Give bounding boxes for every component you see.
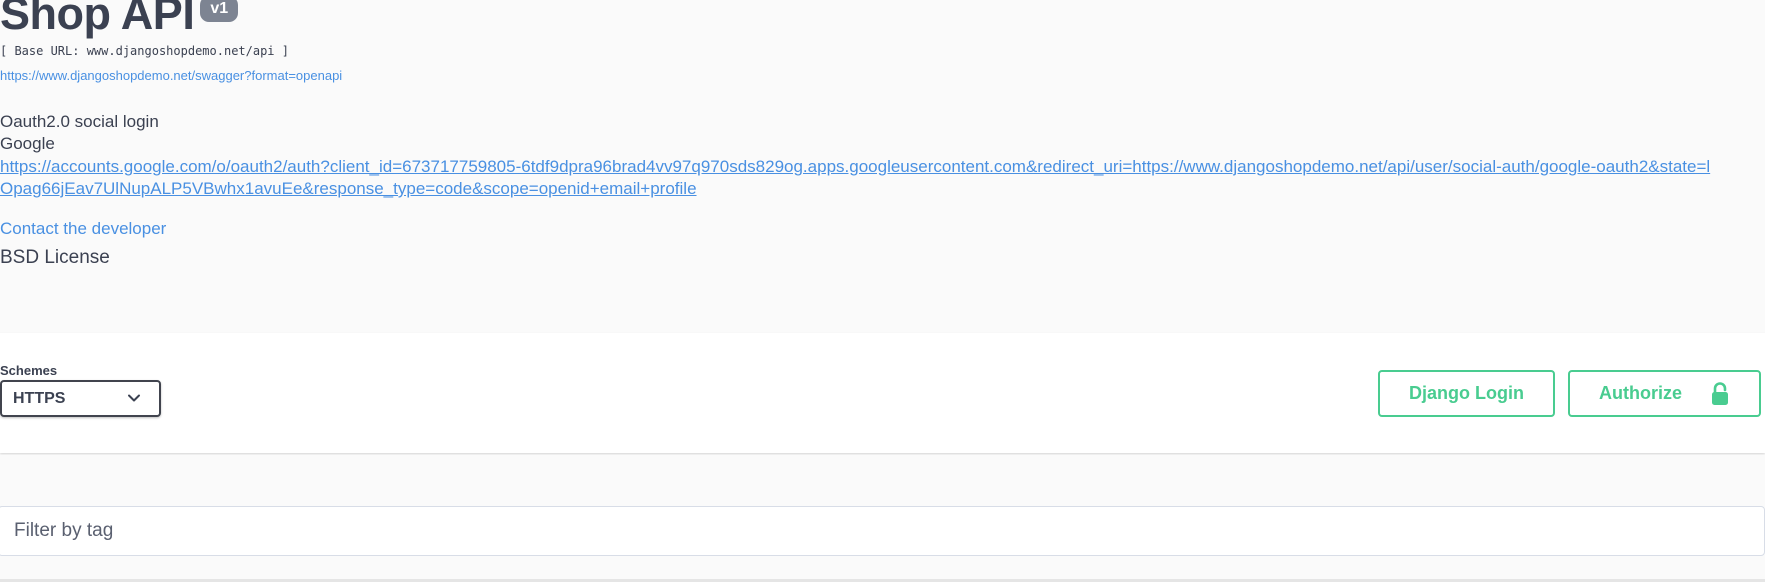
contact-developer-link[interactable]: Contact the developer	[0, 219, 166, 239]
unlocked-padlock-icon	[1712, 382, 1728, 405]
filter-section: Filter by tag	[0, 455, 1765, 582]
description-heading: Oauth2.0 social login	[0, 112, 159, 131]
filter-by-tag-input[interactable]: Filter by tag	[0, 506, 1765, 556]
description-provider: Google	[0, 134, 55, 153]
version-badge: v1	[200, 0, 239, 22]
schemes-label: Schemes	[0, 363, 58, 378]
license-text: BSD License	[0, 247, 110, 268]
django-login-button[interactable]: Django Login	[1378, 370, 1555, 417]
schemes-selected-value: HTTPS	[13, 389, 66, 407]
scheme-container: Schemes HTTPS Django Login Authorize	[0, 333, 1765, 453]
chevron-down-icon	[128, 394, 140, 402]
page-title: Shop API	[0, 0, 195, 39]
authorize-label: Authorize	[1599, 383, 1682, 403]
google-oauth-link[interactable]: https://accounts.google.com/o/oauth2/aut…	[0, 156, 1720, 200]
base-url: [ Base URL: www.djangoshopdemo.net/api ]	[0, 44, 289, 58]
authorize-button[interactable]: Authorize	[1568, 370, 1761, 417]
api-info-section: Shop API v1 [ Base URL: www.djangoshopde…	[0, 0, 1765, 333]
openapi-spec-link[interactable]: https://www.djangoshopdemo.net/swagger?f…	[0, 68, 342, 83]
title-row: Shop API v1	[0, 0, 239, 42]
schemes-select[interactable]: HTTPS	[0, 380, 161, 417]
